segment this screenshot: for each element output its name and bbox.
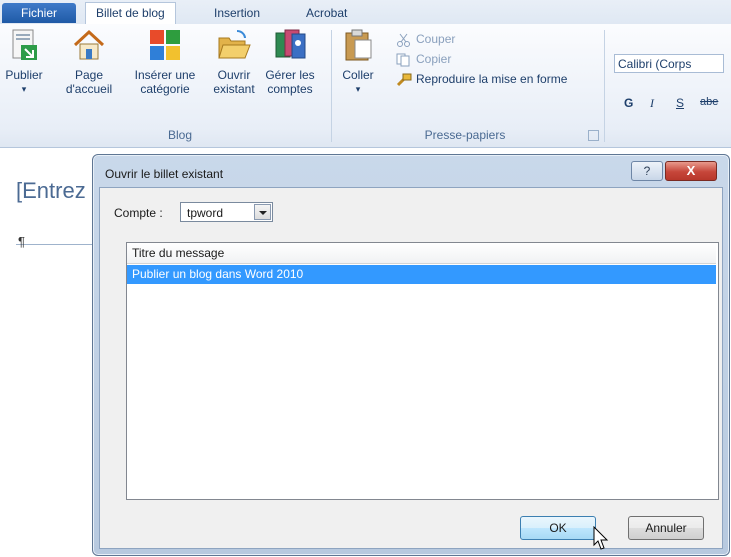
format-painter-button[interactable]: Reproduire la mise en forme (396, 70, 567, 88)
scissors-icon (396, 33, 412, 47)
cut-label: Couper (416, 32, 456, 46)
post-title-placeholder[interactable]: [Entrez (16, 178, 86, 204)
cancel-button[interactable]: Annuler (628, 516, 704, 540)
copy-button[interactable]: Copier (396, 50, 451, 68)
dialog-launcher-icon[interactable] (588, 130, 599, 141)
tab-acrobat[interactable]: Acrobat (296, 3, 357, 23)
chevron-down-icon: ▾ (21, 84, 27, 94)
format-painter-icon (396, 73, 412, 87)
tab-file[interactable]: Fichier (2, 3, 76, 23)
home-page-button[interactable]: Page d'accueil (54, 28, 124, 96)
format-painter-label: Reproduire la mise en forme (416, 72, 568, 86)
list-item[interactable]: Publier un blog dans Word 2010 (127, 265, 716, 284)
insert-category-label-1: Insérer une (134, 68, 196, 82)
strikethrough-button[interactable]: abe (700, 96, 718, 108)
paste-button[interactable]: Coller ▾ (338, 28, 378, 96)
paragraph-mark: ¶ (18, 234, 25, 249)
folder-open-icon (217, 28, 251, 62)
ribbon: Publier ▾ Page d'accueil Insérer une cat… (0, 24, 731, 148)
cut-button[interactable]: Couper (396, 30, 455, 48)
open-existing-post-dialog: Ouvrir le billet existant ? X Compte : t… (92, 154, 730, 556)
accounts-icon (273, 28, 307, 62)
help-button[interactable]: ? (631, 161, 663, 181)
font-name-combobox[interactable]: Calibri (Corps (614, 54, 724, 73)
clipboard-icon (341, 28, 375, 62)
manage-accounts-label-2: comptes (267, 82, 313, 96)
tab-blog-post[interactable]: Billet de blog (85, 2, 176, 24)
dialog-body: Compte : tpword Titre du message Publier… (99, 187, 723, 550)
publish-button[interactable]: Publier ▾ (2, 28, 46, 96)
copy-icon (396, 53, 412, 67)
ribbon-tab-bar: Fichier Billet de blog Insertion Acrobat (0, 0, 731, 25)
chevron-down-icon[interactable] (254, 204, 271, 220)
posts-list[interactable]: Titre du message Publier un blog dans Wo… (126, 242, 719, 500)
copy-label: Copier (416, 52, 452, 66)
clipboard-group-label: Presse-papiers (424, 128, 506, 142)
publish-icon (7, 28, 41, 62)
bold-button[interactable]: G (624, 96, 633, 110)
home-page-label-1: Page (74, 68, 104, 82)
insert-category-label-2: catégorie (140, 82, 190, 96)
open-existing-label-1: Ouvrir (217, 68, 251, 82)
category-icon (148, 28, 182, 62)
font-name-value: Calibri (Corps (618, 57, 692, 71)
chevron-down-icon: ▾ (355, 84, 361, 94)
home-icon (72, 28, 106, 62)
account-select[interactable]: tpword (180, 202, 273, 222)
open-existing-label-2: existant (213, 82, 255, 96)
title-underline (16, 244, 96, 245)
manage-accounts-button[interactable]: Gérer les comptes (262, 28, 318, 96)
column-header-title[interactable]: Titre du message (127, 243, 716, 264)
paste-label: Coller (342, 68, 374, 82)
tab-insert[interactable]: Insertion (204, 3, 270, 23)
group-divider (331, 30, 332, 142)
blog-group-label: Blog (167, 128, 193, 142)
close-button[interactable]: X (665, 161, 717, 181)
account-value: tpword (187, 206, 224, 220)
group-divider (604, 30, 605, 142)
account-label: Compte : (114, 206, 163, 220)
publish-label: Publier (5, 68, 43, 82)
underline-button[interactable]: S (676, 96, 684, 110)
italic-button[interactable]: I (650, 96, 654, 111)
manage-accounts-label-1: Gérer les (265, 68, 315, 82)
dialog-title: Ouvrir le billet existant (105, 167, 224, 181)
home-page-label-2: d'accueil (65, 82, 113, 96)
insert-category-button[interactable]: Insérer une catégorie (128, 28, 202, 96)
ok-button[interactable]: OK (520, 516, 596, 540)
open-existing-button[interactable]: Ouvrir existant (206, 28, 262, 96)
mouse-cursor-icon (593, 526, 609, 550)
